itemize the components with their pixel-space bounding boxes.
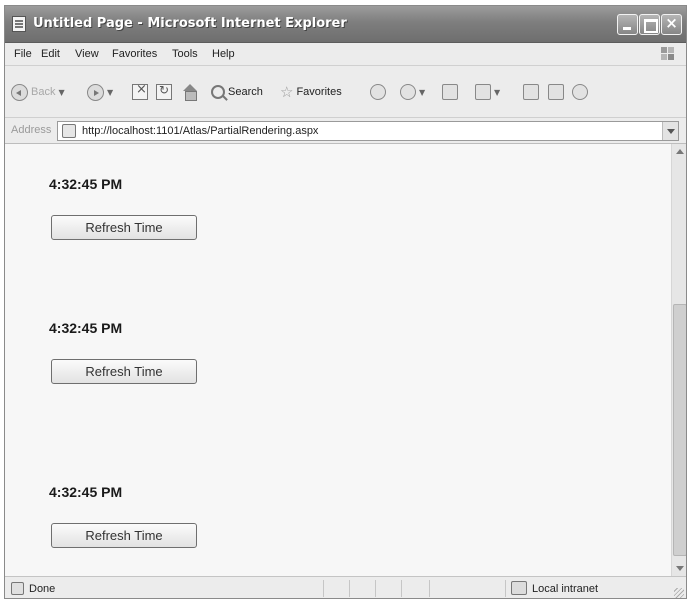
time-label: 4:32:45 PM <box>49 484 123 500</box>
chevron-down-icon: ▼ <box>107 87 114 97</box>
status-bar: Done Local intranet <box>5 576 686 598</box>
history-button[interactable]: ▼ <box>400 82 425 102</box>
favorites-label: Favorites <box>296 86 342 98</box>
scroll-thumb[interactable] <box>673 304 686 556</box>
media-icon <box>370 84 386 100</box>
menu-edit[interactable]: Edit <box>41 48 60 60</box>
vertical-scrollbar[interactable] <box>671 144 686 576</box>
back-button[interactable]: Back ▼ <box>11 82 65 102</box>
status-divider <box>429 580 430 597</box>
page-done-icon <box>11 582 24 595</box>
menu-bar: File Edit View Favorites Tools Help <box>5 43 686 66</box>
discuss-button[interactable] <box>523 82 539 102</box>
back-arrow-icon <box>11 83 28 101</box>
menu-tools[interactable]: Tools <box>172 48 198 60</box>
stop-icon <box>132 82 148 100</box>
address-url: http://localhost:1101/Atlas/PartialRende… <box>82 125 319 137</box>
home-button[interactable] <box>182 82 198 102</box>
status-text: Done <box>29 583 56 595</box>
time-label: 4:32:45 PM <box>49 320 123 336</box>
window-title: Untitled Page - Microsoft Internet Explo… <box>33 16 347 31</box>
status-divider <box>349 580 350 597</box>
scroll-down-button[interactable] <box>672 560 686 576</box>
edit-button[interactable]: ▼ <box>475 82 500 102</box>
back-label: Back <box>31 86 56 98</box>
menu-view[interactable]: View <box>75 48 99 60</box>
home-icon <box>182 84 198 101</box>
close-icon: × <box>665 14 678 32</box>
favorites-button[interactable]: ☆ Favorites <box>280 82 342 102</box>
browser-window: Untitled Page - Microsoft Internet Explo… <box>4 5 687 599</box>
security-zone-text: Local intranet <box>532 583 599 595</box>
menu-help[interactable]: Help <box>212 48 235 60</box>
refresh-time-button[interactable]: Refresh Time <box>51 523 197 548</box>
status-divider <box>375 580 376 597</box>
search-button[interactable]: Search <box>211 82 263 102</box>
research-icon <box>548 84 564 100</box>
research-button[interactable] <box>548 82 564 102</box>
stop-button[interactable] <box>132 82 148 102</box>
address-input[interactable]: http://localhost:1101/Atlas/PartialRende… <box>57 121 679 141</box>
print-button[interactable] <box>442 82 458 102</box>
media-button[interactable] <box>370 82 386 102</box>
minimize-button[interactable] <box>617 14 638 35</box>
address-bar: Address http://localhost:1101/Atlas/Part… <box>5 118 686 144</box>
page-icon <box>12 16 26 32</box>
toolbar: Back ▼ ▼ Search ☆ Favorites ▼ <box>5 66 686 118</box>
address-label: Address <box>11 124 52 136</box>
refresh-time-button[interactable]: Refresh Time <box>51 215 197 240</box>
maximize-button[interactable] <box>639 14 660 35</box>
status-divider <box>323 580 324 597</box>
close-button[interactable]: × <box>661 14 682 35</box>
windows-flag-icon <box>661 47 674 60</box>
refresh-button[interactable] <box>156 82 172 102</box>
status-divider <box>401 580 402 597</box>
history-icon <box>400 84 416 100</box>
status-divider <box>505 580 506 597</box>
page-content: 4:32:45 PM Refresh Time 4:32:45 PM Refre… <box>5 144 671 576</box>
chevron-down-icon: ▼ <box>494 87 501 97</box>
forward-arrow-icon <box>87 83 104 101</box>
menu-file[interactable]: File <box>14 48 32 60</box>
chevron-down-icon: ▼ <box>419 87 426 97</box>
refresh-time-button[interactable]: Refresh Time <box>51 359 197 384</box>
scroll-up-button[interactable] <box>672 144 686 160</box>
edit-icon <box>475 84 491 100</box>
search-icon <box>211 85 225 99</box>
star-icon: ☆ <box>280 82 294 101</box>
discuss-icon <box>523 84 539 100</box>
time-label: 4:32:45 PM <box>49 176 123 192</box>
messenger-button[interactable] <box>572 82 588 102</box>
resize-grip[interactable] <box>674 588 684 598</box>
title-bar: Untitled Page - Microsoft Internet Explo… <box>5 6 686 43</box>
page-favicon-icon <box>62 124 76 138</box>
messenger-icon <box>572 84 588 100</box>
menu-favorites[interactable]: Favorites <box>112 48 157 60</box>
forward-button[interactable]: ▼ <box>87 82 113 102</box>
address-dropdown-button[interactable] <box>662 122 678 140</box>
search-label: Search <box>228 86 263 98</box>
refresh-icon <box>156 83 172 100</box>
print-icon <box>442 84 458 100</box>
chevron-down-icon: ▼ <box>58 87 65 97</box>
intranet-zone-icon <box>511 581 527 595</box>
